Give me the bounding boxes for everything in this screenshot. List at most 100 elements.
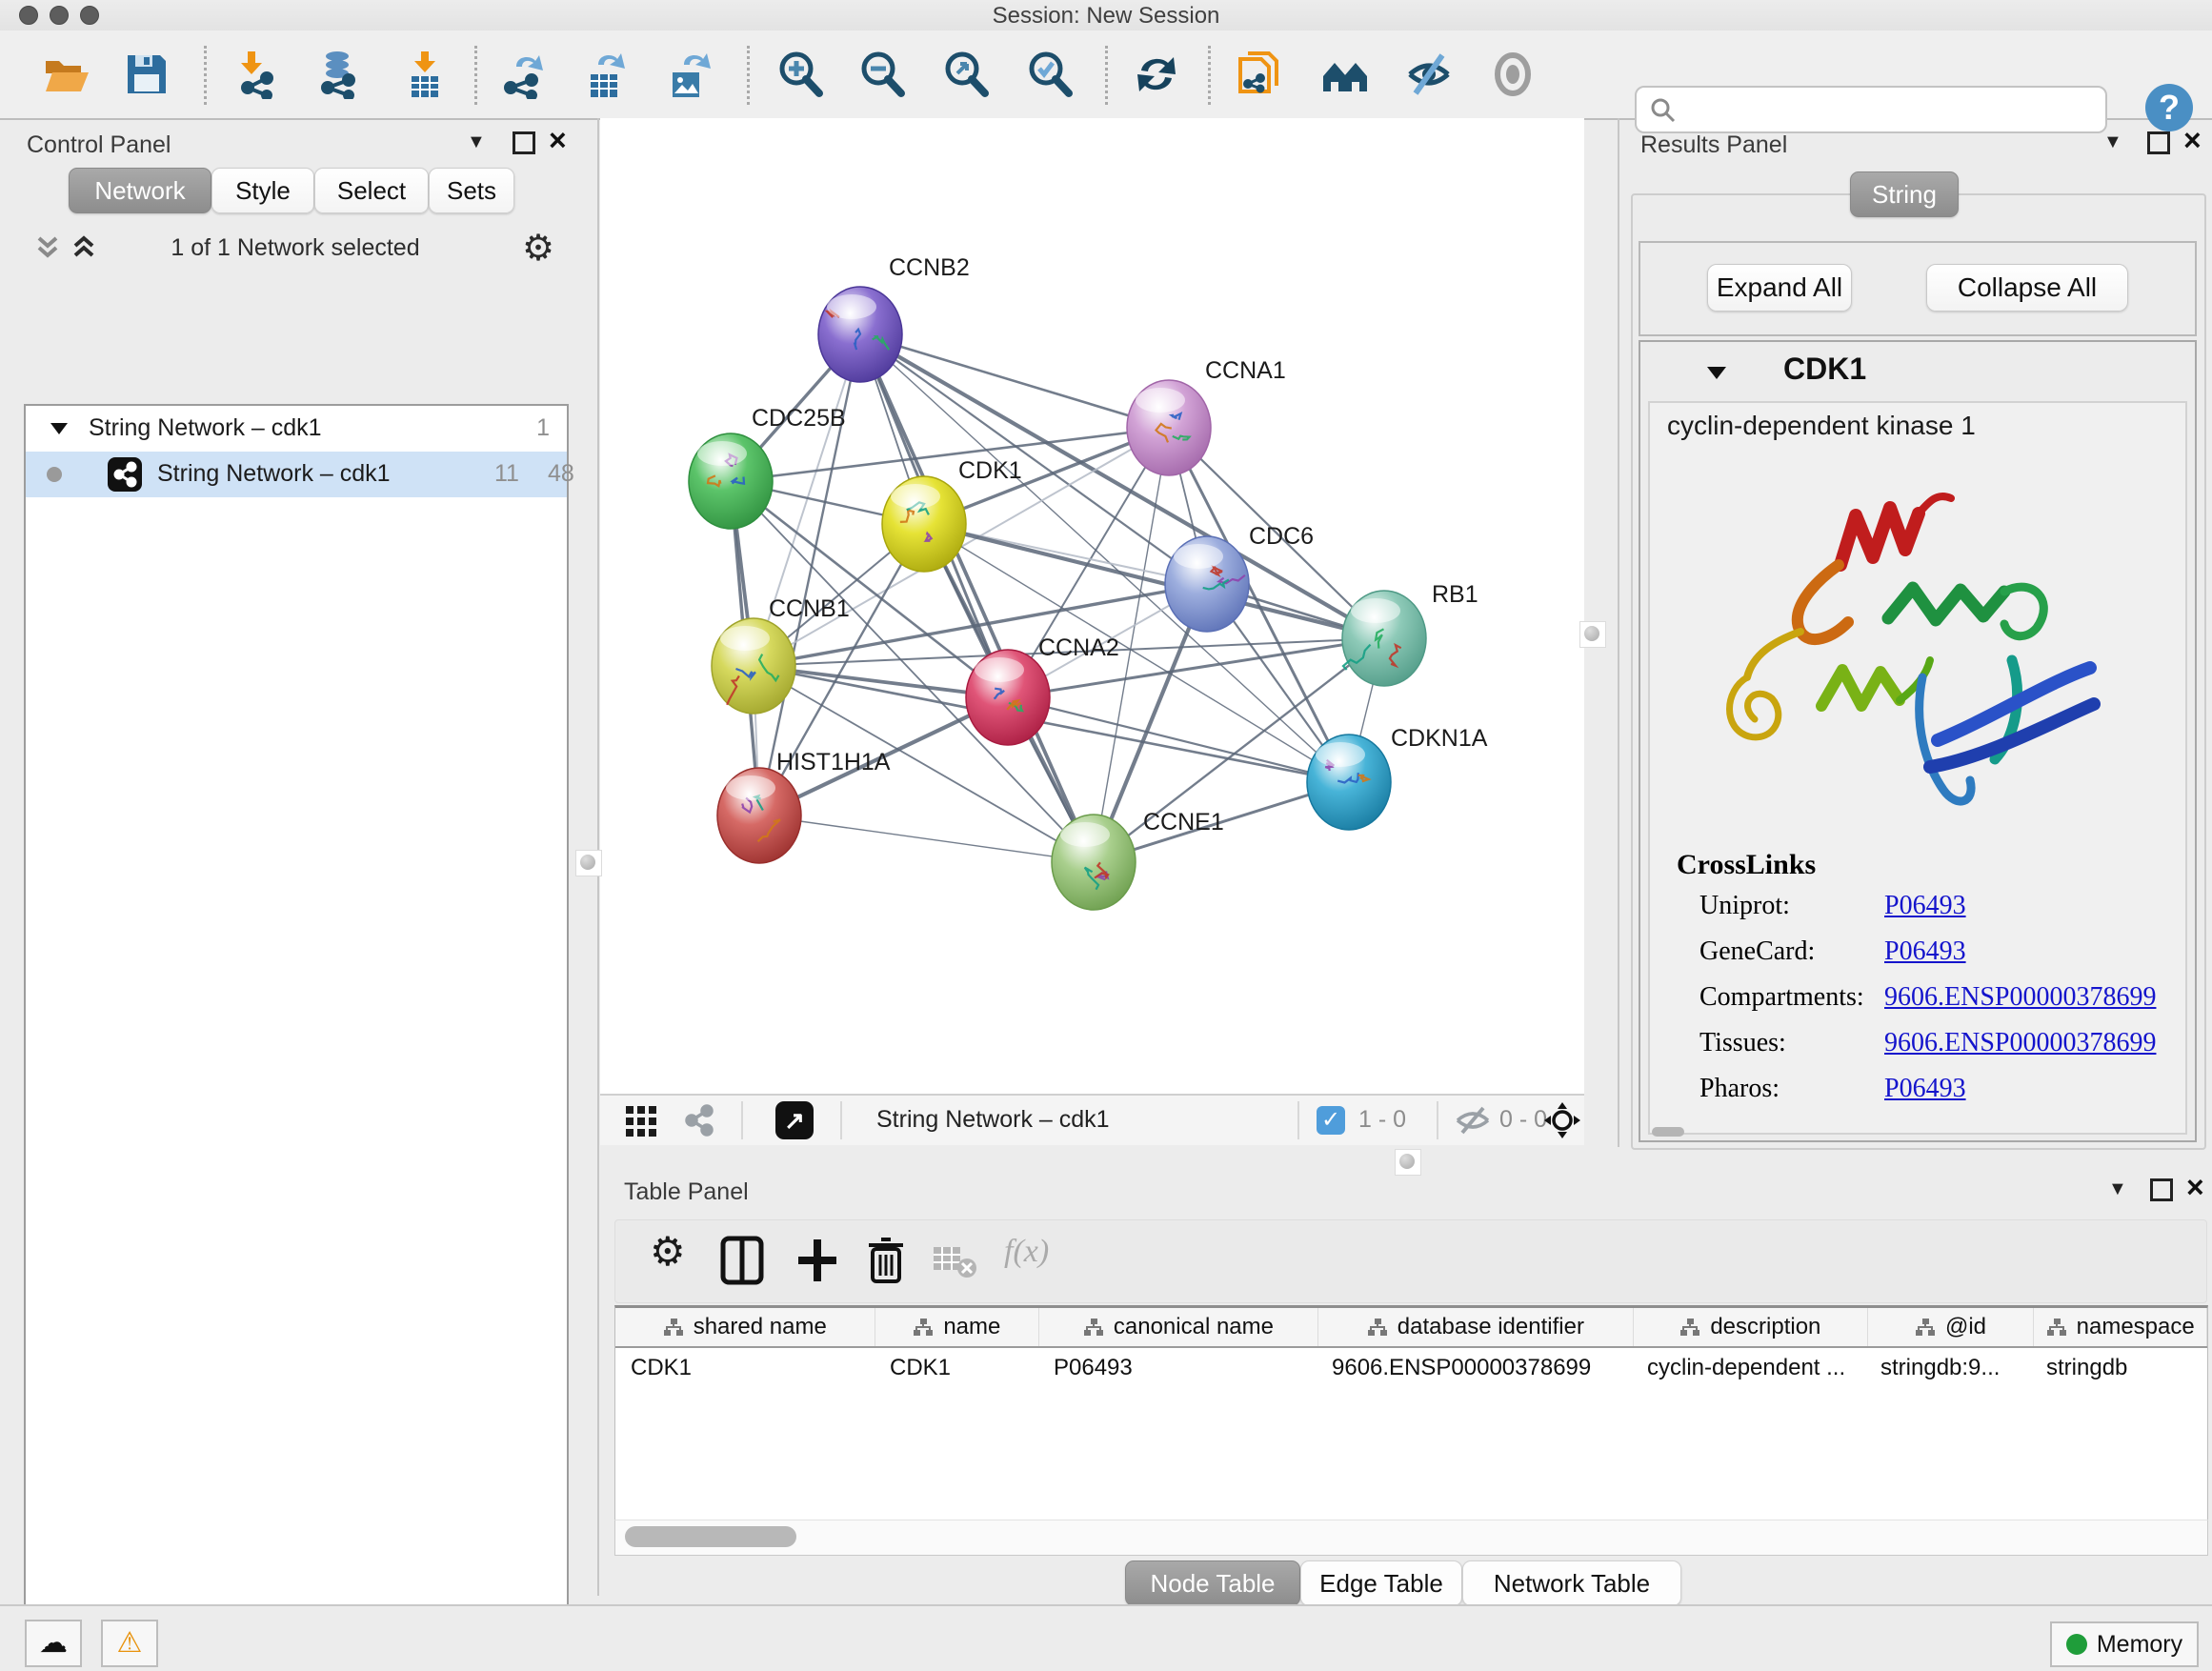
collapse-caret-icon[interactable] (1705, 363, 1728, 382)
control-panel-title: Control Panel (27, 131, 171, 159)
tab-edge-table[interactable]: Edge Table (1300, 1560, 1462, 1606)
open-session-icon[interactable] (42, 50, 91, 99)
selected-checkbox[interactable]: ✓ (1317, 1106, 1345, 1135)
table-row[interactable]: CDK1CDK1P064939606.ENSP00000378699cyclin… (615, 1348, 2207, 1388)
crosslink-link[interactable]: 9606.ENSP00000378699 (1884, 1028, 2156, 1058)
collapse-all-icon[interactable] (34, 232, 61, 263)
expand-all-button[interactable]: Expand All (1707, 264, 1852, 312)
add-row-icon[interactable] (794, 1236, 840, 1285)
collapse-caret-icon[interactable] (49, 419, 70, 436)
tab-network[interactable]: Network (69, 168, 211, 213)
column-header-description[interactable]: description (1634, 1308, 1868, 1346)
gear-icon[interactable]: ⚙ (650, 1228, 686, 1275)
close-panel-icon[interactable]: × (2183, 130, 2202, 151)
table-cell[interactable]: cyclin-dependent ... (1632, 1348, 1865, 1388)
hide-selected-eye-slash-icon[interactable] (1404, 50, 1454, 99)
panel-menu-icon[interactable]: ▼ (467, 131, 486, 153)
zoom-in-icon[interactable] (775, 50, 825, 99)
export-table-icon[interactable] (581, 50, 631, 99)
import-network-from-database-icon[interactable] (314, 50, 364, 99)
app-store-icon[interactable] (1320, 50, 1370, 99)
memory-button[interactable]: Memory (2050, 1621, 2199, 1667)
table-cell[interactable]: stringdb:9... (1865, 1348, 2031, 1388)
crosslink-link[interactable]: P06493 (1884, 936, 1966, 967)
detach-view-icon[interactable]: ↗ (775, 1101, 814, 1139)
network-collection-row[interactable]: String Network – cdk1 1 (26, 406, 567, 452)
network-node-cdk1[interactable]: CDK1 (882, 457, 1022, 572)
panel-menu-icon[interactable]: ▼ (2103, 131, 2122, 153)
tab-select[interactable]: Select (314, 168, 429, 213)
zoom-selected-icon[interactable] (1025, 50, 1075, 99)
import-table-from-file-icon[interactable] (400, 50, 450, 99)
right-splitter-handle[interactable] (1579, 621, 1606, 648)
tab-network-table[interactable]: Network Table (1462, 1560, 1681, 1606)
float-panel-icon[interactable] (513, 131, 535, 154)
crosslink-link[interactable]: 9606.ENSP00000378699 (1884, 982, 2156, 1013)
warning-icon[interactable]: ⚠ (101, 1620, 158, 1667)
show-hidden-eye-icon[interactable] (1488, 50, 1538, 99)
apply-preferred-layout-icon[interactable] (1132, 50, 1181, 99)
panel-menu-icon[interactable]: ▼ (2108, 1178, 2127, 1200)
network-node-ccna1[interactable]: CCNA1 (1127, 357, 1286, 475)
tab-node-table[interactable]: Node Table (1125, 1560, 1300, 1606)
results-panel-title: Results Panel (1640, 131, 1787, 159)
node-label: CDK1 (958, 457, 1022, 484)
table-cell[interactable]: CDK1 (875, 1348, 1038, 1388)
tab-sets[interactable]: Sets (429, 168, 514, 213)
gene-description: cyclin-dependent kinase 1 (1667, 411, 1976, 441)
tab-style[interactable]: Style (211, 168, 314, 213)
expand-collapse-box: Expand All Collapse All (1639, 241, 2197, 336)
left-splitter-handle[interactable] (575, 850, 602, 876)
import-network-from-clipboard-icon[interactable] (1235, 50, 1284, 99)
export-network-icon[interactable] (499, 50, 549, 99)
zoom-out-icon[interactable] (857, 50, 907, 99)
export-image-icon[interactable] (665, 50, 714, 99)
gear-icon[interactable]: ⚙ (522, 227, 554, 270)
crosslink-link[interactable]: P06493 (1884, 891, 1966, 921)
network-node-ccne1[interactable]: CCNE1 (1052, 809, 1224, 910)
sitemap-icon (663, 1318, 684, 1337)
column-header--id[interactable]: @id (1868, 1308, 2035, 1346)
results-scrollbar[interactable] (1652, 1127, 1684, 1137)
table-cell[interactable]: stringdb (2031, 1348, 2203, 1388)
column-header-shared-name[interactable]: shared name (615, 1308, 875, 1346)
columns-icon[interactable] (720, 1236, 764, 1285)
table-horizontal-scrollbar[interactable] (614, 1520, 2208, 1556)
network-node-ccnb1[interactable]: CCNB1 (712, 595, 850, 714)
network-canvas[interactable]: CCNB2CCNA1CDC25BCDK1CDC6RB1CCNB1CCNA2CDK… (600, 118, 1584, 1094)
table-cell[interactable]: 9606.ENSP00000378699 (1317, 1348, 1632, 1388)
delete-icon[interactable] (865, 1236, 907, 1285)
network-graph[interactable]: CCNB2CCNA1CDC25BCDK1CDC6RB1CCNB1CCNA2CDK… (600, 118, 1584, 1094)
status-bar: ☁ ⚠ Memory (0, 1604, 2212, 1671)
column-header-name[interactable]: name (875, 1308, 1040, 1346)
float-panel-icon[interactable] (2147, 131, 2170, 154)
expand-all-icon[interactable] (70, 232, 97, 263)
crosslink-link[interactable]: P06493 (1884, 1074, 1966, 1104)
float-panel-icon[interactable] (2150, 1178, 2173, 1201)
table-cell[interactable]: P06493 (1038, 1348, 1317, 1388)
network-node-hist1h1a[interactable]: HIST1H1A (717, 749, 891, 863)
collapse-all-button[interactable]: Collapse All (1926, 264, 2128, 312)
zoom-fit-content-icon[interactable] (941, 50, 991, 99)
table-cell[interactable]: CDK1 (615, 1348, 875, 1388)
save-session-icon[interactable] (122, 50, 171, 99)
toolbar-separator (1208, 46, 1211, 105)
network-row-selected[interactable]: String Network – cdk1 11 48 (26, 452, 567, 497)
column-header-namespace[interactable]: namespace (2034, 1308, 2207, 1346)
results-panel: Results Panel ▼ × String Expand All Coll… (1623, 118, 2212, 1157)
scrollbar-thumb[interactable] (625, 1526, 796, 1547)
cloud-icon[interactable]: ☁ (25, 1620, 82, 1667)
import-network-from-file-icon[interactable] (234, 50, 284, 99)
crosslink-label: Tissues: (1699, 1028, 1786, 1058)
crosshair-icon[interactable] (1543, 1101, 1581, 1139)
birdseye-grid-icon[interactable] (625, 1105, 657, 1137)
network-node-cdkn1a[interactable]: CDKN1A (1307, 725, 1488, 830)
close-panel-icon[interactable]: × (2186, 1177, 2204, 1198)
close-panel-icon[interactable]: × (549, 130, 567, 151)
network-node-rb1[interactable]: RB1 (1342, 581, 1478, 686)
share-icon[interactable] (682, 1103, 716, 1137)
column-header-database-identifier[interactable]: database identifier (1318, 1308, 1634, 1346)
column-header-canonical-name[interactable]: canonical name (1039, 1308, 1317, 1346)
tab-string[interactable]: String (1850, 171, 1959, 217)
network-node-ccnb2[interactable]: CCNB2 (818, 254, 970, 382)
